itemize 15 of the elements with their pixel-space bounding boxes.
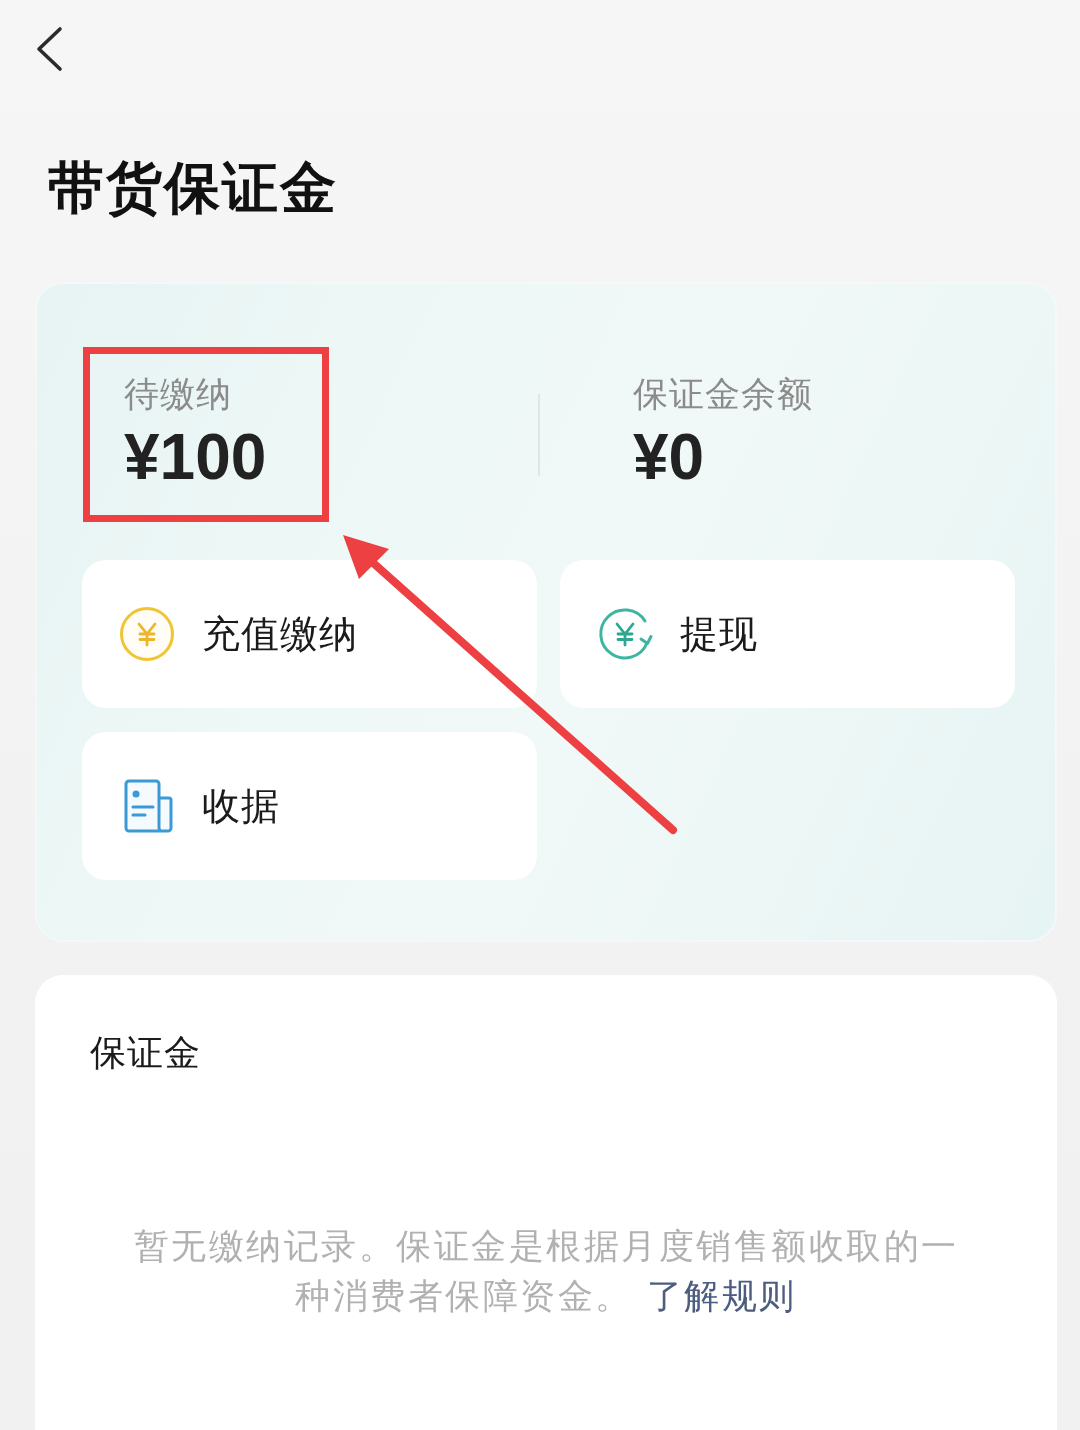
- back-button[interactable]: [35, 26, 63, 72]
- withdraw-button[interactable]: 提现: [560, 560, 1015, 708]
- stat-value: ¥100: [124, 420, 268, 495]
- yen-circle-arrow-icon: [597, 606, 653, 662]
- rules-link[interactable]: 了解规则: [646, 1276, 797, 1316]
- section-title: 保证金: [90, 1031, 201, 1075]
- yen-coin-icon: [119, 606, 175, 662]
- stat-label: 保证金余额: [633, 373, 814, 416]
- back-icon: [35, 26, 63, 72]
- stat-value: ¥0: [633, 420, 706, 495]
- page-title: 带货保证金: [48, 156, 338, 220]
- stat-label: 待缴纳: [124, 373, 233, 416]
- empty-state-text: 暂无缴纳记录。保证金是根据月度销售额收取的一种消费者保障资金。 了解规则: [132, 1225, 960, 1318]
- recharge-button[interactable]: 充值缴纳: [82, 560, 537, 708]
- receipt-button[interactable]: 收据: [82, 732, 537, 880]
